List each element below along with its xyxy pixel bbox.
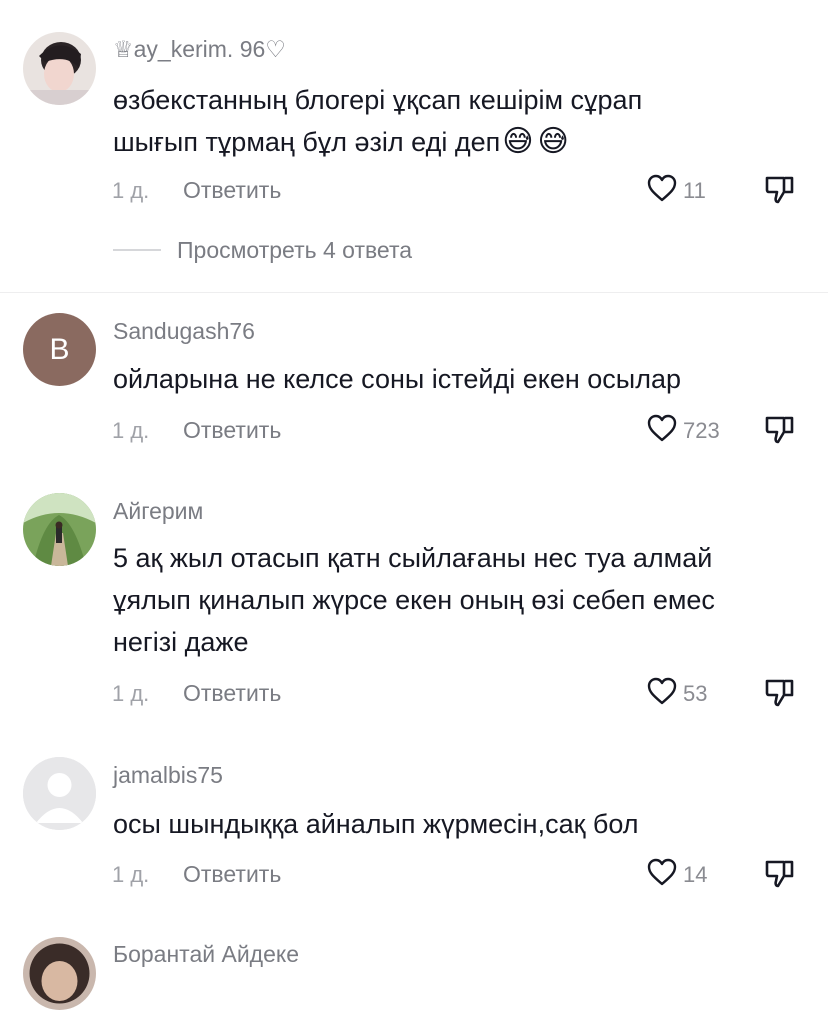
- comment-time: 1 д.: [112, 862, 150, 887]
- comment-text: осы шындыққа айналып жүрмесін,сақ бол: [113, 809, 639, 839]
- heart-icon[interactable]: [646, 173, 678, 203]
- like-count: 53: [683, 681, 708, 706]
- like-count: 723: [683, 418, 720, 443]
- comment-username[interactable]: ♕ay_kerim. 96♡: [113, 36, 286, 63]
- comment-username[interactable]: Айгерим: [113, 498, 203, 525]
- avatar[interactable]: [23, 32, 96, 105]
- comment-time: 1 д.: [112, 418, 150, 443]
- comment-text-line: негізі даже: [113, 627, 249, 657]
- grinning-sweat-emoji: 😅: [502, 125, 534, 158]
- heart-icon[interactable]: [646, 413, 678, 443]
- comment-time: 1 д.: [112, 178, 150, 203]
- heart-icon[interactable]: [646, 676, 678, 706]
- comment-time: 1 д.: [112, 681, 150, 706]
- reply-button[interactable]: Ответить: [183, 861, 281, 888]
- view-replies-button[interactable]: Просмотреть 4 ответа: [177, 237, 412, 264]
- comment-username[interactable]: Sandugash76: [113, 318, 255, 345]
- dislike-icon[interactable]: [764, 857, 796, 889]
- like-count: 14: [683, 862, 708, 887]
- comment-text-line: 5 ақ жыл отасып қатн сыйлағаны нес туа а…: [113, 543, 713, 573]
- dislike-icon[interactable]: [764, 676, 796, 708]
- reply-button[interactable]: Ответить: [183, 680, 281, 707]
- avatar[interactable]: [23, 937, 96, 1010]
- dislike-icon[interactable]: [764, 413, 796, 445]
- like-count: 11: [683, 178, 706, 203]
- dislike-icon[interactable]: [764, 173, 796, 205]
- heart-icon[interactable]: [646, 857, 678, 887]
- comment-text: 5 ақ жыл отасып қатн сыйлағаны нес туа а…: [113, 537, 813, 663]
- comment-text: өзбекстанның блогері ұқсап кешірім сұрап…: [113, 79, 673, 163]
- comment-text: ойларына не келсе соны істейді екен осыл…: [113, 364, 681, 394]
- avatar[interactable]: [23, 757, 96, 830]
- grinning-sweat-emoji: 😅: [537, 125, 569, 158]
- reply-button[interactable]: Ответить: [183, 417, 281, 444]
- avatar-letter: B: [49, 332, 70, 366]
- comment-text-line: ұялып қиналып жүрсе екен оның өзі себеп …: [113, 585, 715, 615]
- view-replies-divider: [113, 249, 161, 251]
- reply-button[interactable]: Ответить: [183, 177, 281, 204]
- comment-username[interactable]: jamalbis75: [113, 762, 223, 789]
- comment-separator: [0, 292, 828, 293]
- avatar[interactable]: B: [23, 313, 96, 386]
- avatar[interactable]: [23, 493, 96, 566]
